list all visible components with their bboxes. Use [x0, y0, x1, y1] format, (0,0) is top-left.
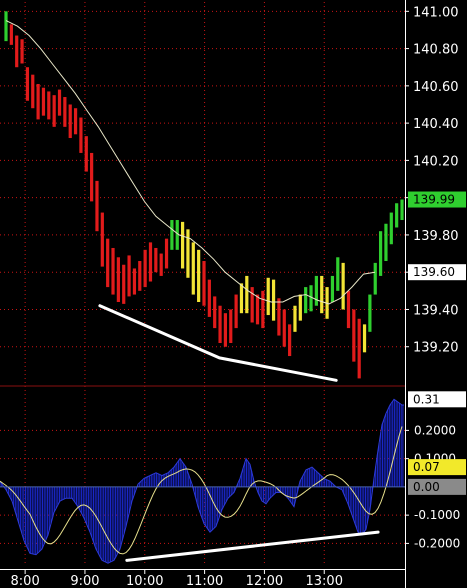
price-bar: [368, 294, 372, 332]
price-bar: [57, 89, 62, 116]
time-tick-label: 8:00: [11, 574, 40, 588]
price-bar: [41, 87, 46, 116]
price-bar: [111, 247, 115, 295]
price-bar: [213, 296, 217, 329]
price-bar: [90, 152, 94, 202]
price-tick-label: 139.20: [413, 341, 459, 356]
price-bar: [378, 231, 383, 276]
price-bar: [384, 223, 388, 262]
price-bar: [52, 95, 56, 127]
ma-price-tag: 139.60: [413, 265, 455, 279]
price-bar: [191, 242, 195, 295]
price-bar: [223, 313, 228, 347]
price-bar: [47, 91, 51, 120]
price-bar: [31, 74, 35, 109]
price-bar: [400, 199, 404, 221]
price-bar: [261, 290, 265, 329]
price-bar: [239, 283, 244, 314]
time-tick-label: 12:00: [246, 574, 283, 588]
osc-signal-tag: 0.07: [413, 460, 440, 474]
price-bar: [15, 35, 19, 68]
price-tick-label: 139.40: [413, 303, 459, 318]
price-bar: [164, 238, 169, 269]
price-bar: [346, 290, 351, 329]
price-tick-label: 140.40: [413, 117, 459, 132]
price-bar: [25, 67, 30, 101]
price-bar: [293, 305, 297, 332]
price-bar: [20, 39, 24, 64]
price-bar: [218, 305, 222, 344]
price-bar: [314, 275, 318, 306]
price-bar: [357, 318, 361, 379]
price-bar: [116, 257, 120, 303]
price-bar: [180, 221, 185, 269]
price-bar: [288, 324, 292, 357]
price-bar: [202, 261, 206, 306]
time-tick-label: 10:00: [126, 574, 163, 588]
price-bar: [336, 257, 340, 291]
price-bar: [63, 97, 67, 127]
price-bar: [320, 275, 324, 314]
price-bar: [234, 294, 238, 329]
time-tick-label: 9:00: [70, 574, 99, 588]
osc-value-tag: 0.31: [413, 392, 440, 406]
price-tick-label: 140.20: [413, 154, 459, 169]
price-bar: [100, 212, 104, 267]
price-tick-label: 139.80: [413, 229, 459, 244]
price-bar: [395, 203, 399, 228]
price-bar: [255, 294, 260, 325]
price-bar: [389, 212, 393, 245]
price-bar: [84, 136, 88, 172]
price-bar: [127, 255, 131, 297]
price-bar: [36, 83, 40, 120]
price-bar: [132, 268, 137, 295]
price-bar: [4, 11, 8, 42]
price-bar: [186, 229, 190, 278]
price-bar: [68, 104, 72, 139]
price-bar: [122, 264, 126, 304]
price-tick-label: 140.80: [413, 43, 459, 58]
price-bar: [271, 279, 276, 321]
time-tick-label: 11:00: [186, 574, 223, 588]
price-bar: [9, 24, 13, 45]
price-tick-label: 140.60: [413, 80, 459, 95]
price-bar: [197, 249, 201, 303]
price-bar: [106, 238, 110, 288]
price-bar: [159, 253, 163, 276]
price-bar: [266, 277, 270, 316]
price-bar: [229, 309, 233, 344]
osc-tick-label: -0.2000: [414, 536, 460, 550]
price-bar: [341, 262, 345, 310]
price-bar: [282, 309, 286, 347]
price-bar: [170, 220, 174, 250]
price-bar: [245, 275, 249, 314]
background: [0, 0, 467, 588]
price-bar: [148, 242, 153, 282]
price-bar: [352, 309, 356, 362]
last-price-tag: 139.99: [413, 193, 455, 207]
price-bar: [277, 298, 281, 336]
time-tick-label: 13:00: [306, 574, 343, 588]
price-bar: [330, 275, 335, 303]
price-bar: [95, 180, 99, 232]
price-bar: [79, 117, 83, 153]
price-bar: [138, 261, 142, 291]
osc-zero-tag: 0.00: [413, 480, 440, 494]
price-bar: [143, 249, 147, 288]
price-bar: [154, 247, 158, 273]
price-bar: [73, 108, 78, 135]
price-bar: [362, 324, 367, 353]
price-bar: [207, 279, 211, 317]
osc-tick-label: -0.1000: [414, 508, 460, 522]
price-tick-label: 141.00: [413, 5, 459, 20]
price-bar: [309, 285, 313, 312]
price-bar: [373, 262, 377, 295]
price-bar: [304, 287, 308, 314]
osc-tick-label: 0.2000: [414, 423, 456, 437]
price-bar: [298, 294, 302, 321]
chart: 141.00140.80140.60140.40140.20140.00139.…: [0, 0, 467, 588]
